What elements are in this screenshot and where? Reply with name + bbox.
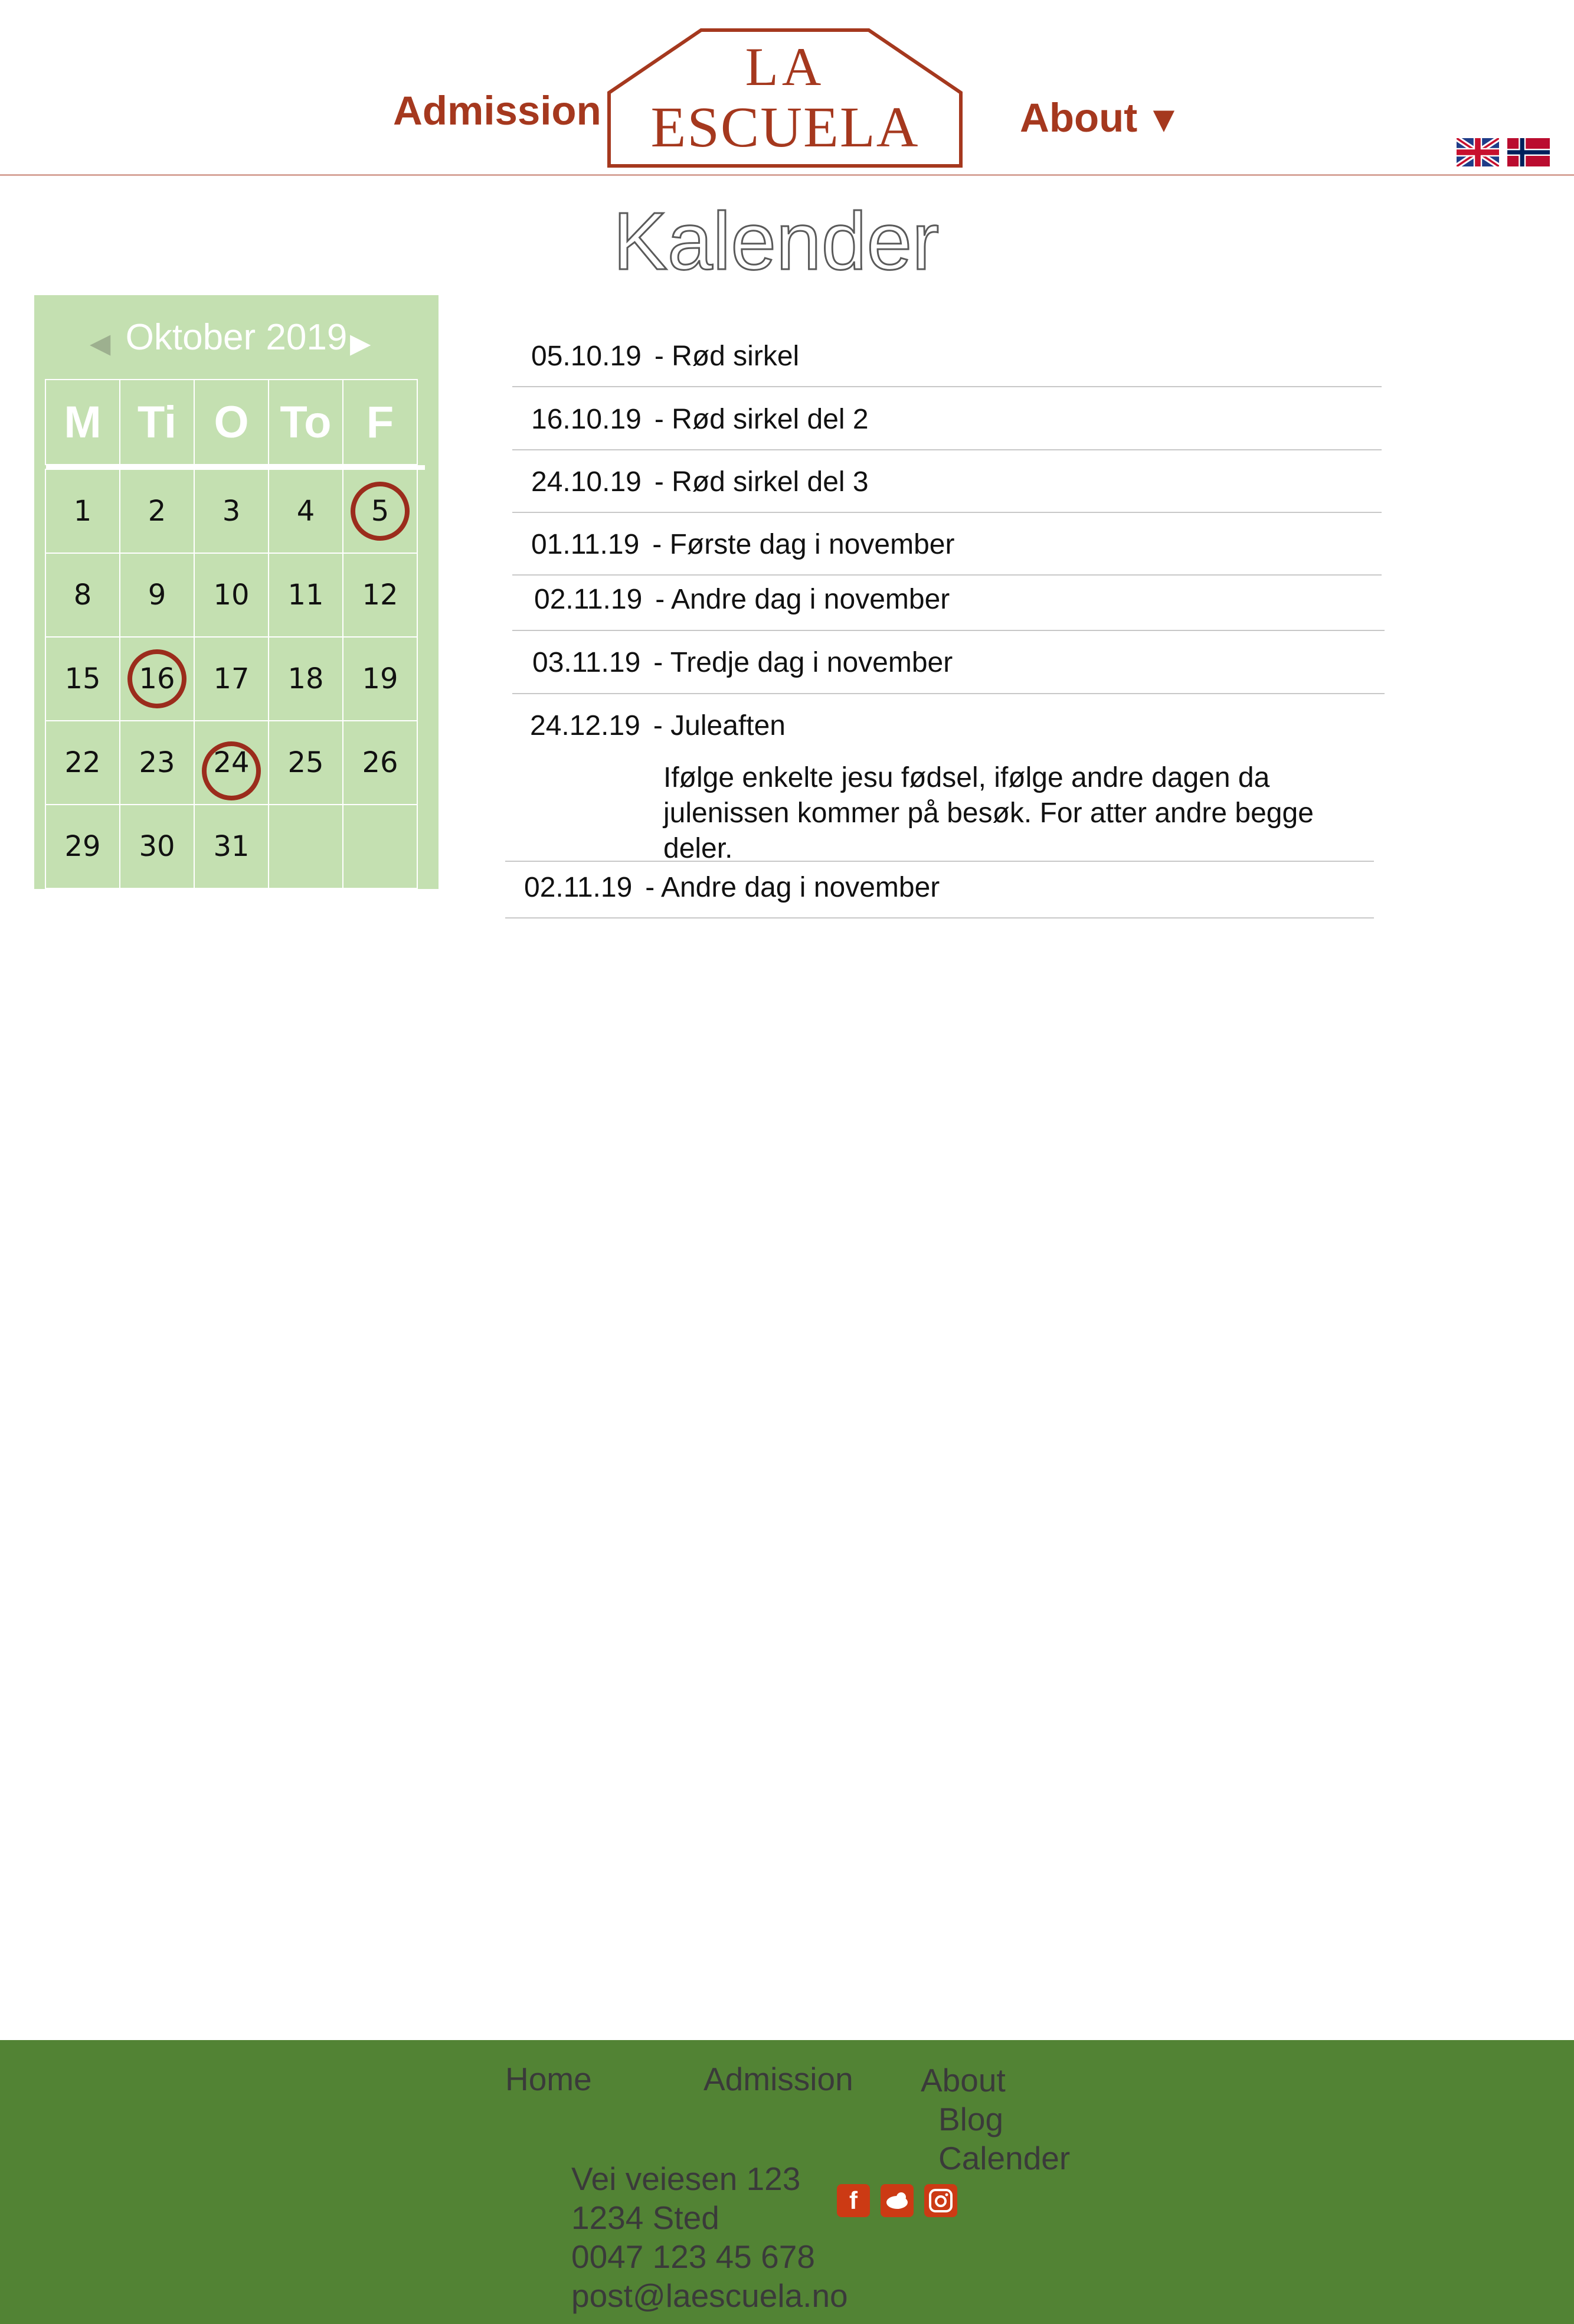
- calendar-day[interactable]: 3: [194, 469, 269, 554]
- calendar-day[interactable]: 29: [45, 804, 120, 889]
- footer-nav-admission[interactable]: Admission: [703, 2060, 853, 2098]
- calendar-day-marked[interactable]: 24: [194, 720, 269, 805]
- calendar-week: 8 9 10 11 12: [45, 553, 425, 638]
- event-title: - Andre dag i november: [655, 584, 950, 615]
- event-date: 02.11.19: [534, 584, 643, 615]
- next-month-arrow-icon[interactable]: ▶: [350, 327, 371, 359]
- event-title: - Andre dag i november: [645, 872, 940, 903]
- event-marker-circle: [351, 482, 410, 541]
- event-divider: [512, 630, 1385, 631]
- event-title: - Rød sirkel: [654, 341, 800, 372]
- calendar-day[interactable]: 23: [119, 720, 195, 805]
- calendar-day[interactable]: 11: [268, 553, 343, 638]
- event-marker-circle: [202, 741, 261, 800]
- header-divider: [0, 174, 1574, 176]
- norway-flag-icon[interactable]: [1507, 138, 1550, 166]
- calendar-grid: M Ti O To F 1 2 3 4 5 8 9 10 11 12 15 16…: [45, 379, 425, 889]
- event-divider: [505, 861, 1374, 862]
- day-header: F: [342, 379, 418, 465]
- footer-address: Vei veiesen 123 1234 Sted 0047 123 45 67…: [571, 2159, 848, 2315]
- event-marker-circle: [127, 649, 186, 708]
- calendar-day[interactable]: 12: [342, 553, 418, 638]
- calendar-day-marked[interactable]: 5: [342, 469, 418, 554]
- calendar-day[interactable]: 2: [119, 469, 195, 554]
- calendar-day[interactable]: 22: [45, 720, 120, 805]
- page-title: Kalender: [612, 195, 940, 288]
- event-date: 02.11.19: [524, 872, 633, 903]
- event-item[interactable]: 16.10.19 - Rød sirkel del 2: [531, 403, 869, 436]
- address-email[interactable]: post@laescuela.no: [571, 2276, 848, 2315]
- calendar-day-marked[interactable]: 16: [119, 636, 195, 721]
- calendar-week: 1 2 3 4 5: [45, 469, 425, 554]
- event-item[interactable]: 02.11.19 - Andre dag i november: [524, 871, 940, 904]
- calendar-day[interactable]: 30: [119, 804, 195, 889]
- address-phone: 0047 123 45 678: [571, 2238, 815, 2275]
- calendar-day[interactable]: 1: [45, 469, 120, 554]
- event-title: - Tredje dag i november: [653, 647, 953, 678]
- event-item[interactable]: 01.11.19 - Første dag i november: [531, 528, 954, 561]
- footer-nav-blog[interactable]: Blog: [938, 2100, 1003, 2138]
- event-date: 24.10.19: [531, 466, 642, 498]
- instagram-icon[interactable]: [924, 2184, 957, 2217]
- event-item[interactable]: 02.11.19 - Andre dag i november: [534, 583, 950, 616]
- day-header: M: [45, 379, 120, 465]
- address-city: 1234 Sted: [571, 2199, 719, 2236]
- calendar-day[interactable]: 26: [342, 720, 418, 805]
- day-header: Ti: [119, 379, 195, 465]
- logo-text-escuela: ESCUELA: [650, 96, 919, 159]
- nav-admission[interactable]: Admission: [393, 87, 601, 134]
- calendar-day[interactable]: 10: [194, 553, 269, 638]
- event-item[interactable]: 03.11.19 - Tredje dag i november: [532, 646, 953, 679]
- event-date: 03.11.19: [532, 647, 641, 678]
- calendar-day[interactable]: 9: [119, 553, 195, 638]
- footer-nav-home[interactable]: Home: [505, 2060, 592, 2098]
- day-header: O: [194, 379, 269, 465]
- day-header: To: [268, 379, 343, 465]
- event-divider: [512, 693, 1385, 694]
- calendar-day[interactable]: 19: [342, 636, 418, 721]
- event-divider: [512, 449, 1382, 450]
- facebook-icon[interactable]: f: [837, 2184, 870, 2217]
- event-item[interactable]: 24.12.19 - Juleaften: [530, 710, 786, 742]
- calendar-day[interactable]: 8: [45, 553, 120, 638]
- prev-month-arrow-icon[interactable]: ◀: [90, 327, 110, 359]
- address-street: Vei veiesen 123: [571, 2160, 801, 2197]
- calendar-day-empty: [268, 804, 343, 889]
- calendar-widget: Oktober 2019 ◀ ▶ M Ti O To F 1 2 3 4 5 8…: [34, 295, 439, 889]
- calendar-day-empty: [342, 804, 418, 889]
- calendar-week: 29 30 31: [45, 804, 425, 889]
- event-divider: [512, 386, 1382, 387]
- calendar-week: 15 16 17 18 19: [45, 636, 425, 721]
- nav-about-label: About: [1020, 95, 1138, 140]
- twitter-bird-icon[interactable]: [881, 2184, 914, 2217]
- footer-nav-calender[interactable]: Calender: [938, 2139, 1070, 2177]
- uk-flag-icon[interactable]: [1457, 138, 1499, 166]
- event-date: 05.10.19: [531, 341, 642, 372]
- calendar-day[interactable]: 15: [45, 636, 120, 721]
- calendar-day-headers: M Ti O To F: [45, 379, 425, 470]
- event-title: - Juleaften: [653, 710, 786, 741]
- event-title: - Rød sirkel del 3: [654, 466, 869, 498]
- footer-nav-about[interactable]: About: [921, 2061, 1006, 2099]
- calendar-day[interactable]: 4: [268, 469, 343, 554]
- event-title: - Rød sirkel del 2: [654, 404, 869, 435]
- event-divider: [505, 917, 1374, 919]
- calendar-day[interactable]: 18: [268, 636, 343, 721]
- calendar-day[interactable]: 17: [194, 636, 269, 721]
- event-date: 24.12.19: [530, 710, 640, 741]
- event-date: 16.10.19: [531, 404, 642, 435]
- calendar-day[interactable]: 31: [194, 804, 269, 889]
- event-description: Ifølge enkelte jesu fødsel, ifølge andre…: [663, 762, 1314, 864]
- event-divider: [512, 574, 1382, 576]
- event-item[interactable]: 24.10.19 - Rød sirkel del 3: [531, 466, 869, 498]
- calendar-week: 22 23 24 25 26: [45, 720, 425, 805]
- event-title: - Første dag i november: [652, 529, 955, 560]
- calendar-day[interactable]: 25: [268, 720, 343, 805]
- event-divider: [512, 512, 1382, 513]
- event-date: 01.11.19: [531, 529, 640, 560]
- event-item[interactable]: 05.10.19 - Rød sirkel: [531, 340, 799, 372]
- dropdown-arrow-icon: ▼: [1146, 99, 1182, 140]
- nav-about[interactable]: About ▼: [1020, 94, 1182, 141]
- logo-text-la: LA: [745, 37, 825, 97]
